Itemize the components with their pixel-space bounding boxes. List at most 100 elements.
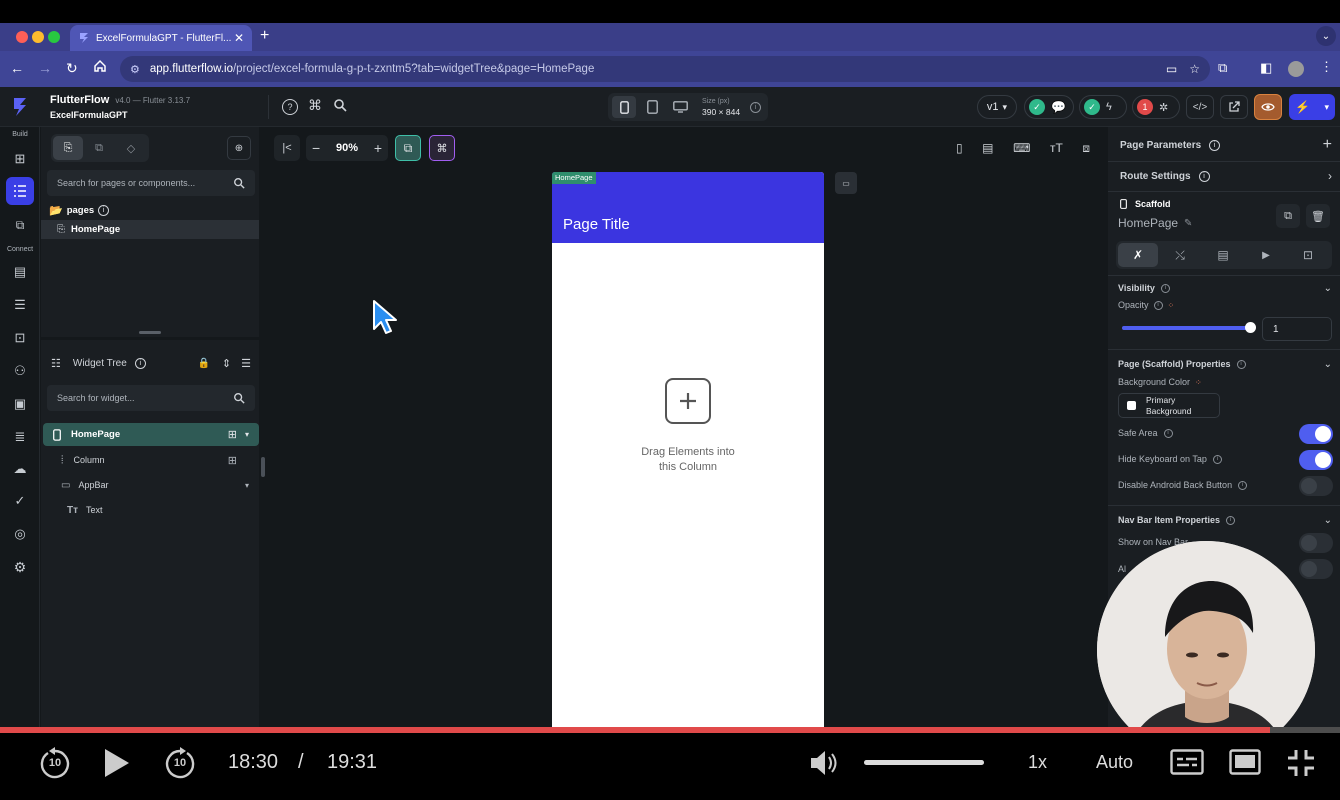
tab-backend-query-icon[interactable]: ▤ [1202, 243, 1244, 267]
phone-frame-icon[interactable]: ▯ [956, 141, 963, 155]
issues-button[interactable]: 1 ✲ [1132, 95, 1180, 119]
add-widget-icon[interactable]: ⊞ [10, 149, 30, 169]
version-select[interactable]: v1 ▾ [977, 95, 1017, 119]
code-view-icon[interactable]: </> [1186, 95, 1214, 119]
lock-icon[interactable]: 🔒 [197, 358, 209, 369]
info-icon[interactable]: i [1198, 170, 1210, 182]
opacity-input[interactable]: 1 [1262, 317, 1332, 341]
playback-speed[interactable]: 1x [1028, 752, 1047, 773]
route-settings-row[interactable]: Route Settings i › [1120, 168, 1332, 184]
settings-gear-icon[interactable]: ⚙ [10, 557, 30, 577]
rewind-10-icon[interactable]: 10 [38, 747, 72, 781]
volume-slider[interactable] [864, 760, 984, 765]
minimize-window-button[interactable] [32, 31, 44, 43]
info-icon[interactable]: i [1209, 139, 1221, 151]
panel-resize-handle[interactable] [139, 331, 161, 334]
scaffold-properties-section[interactable]: Page (Scaffold) Properties i ⌄ [1118, 357, 1332, 371]
hide-keyboard-toggle[interactable] [1299, 450, 1333, 470]
info-icon[interactable]: i [1226, 515, 1236, 525]
tree-node-column[interactable]: ⦙ Column ⊞ [59, 450, 255, 470]
reload-icon[interactable]: ↻ [66, 60, 78, 77]
home-icon[interactable] [93, 59, 107, 73]
play-icon[interactable] [102, 747, 130, 779]
page-parameters-row[interactable]: Page Parameters i + [1120, 136, 1332, 154]
add-folder-icon[interactable]: ⊕ [227, 136, 251, 160]
quality-select[interactable]: Auto [1096, 752, 1133, 773]
custom-code-icon[interactable]: ≣ [10, 427, 30, 447]
show-on-nav-toggle[interactable] [1299, 533, 1333, 553]
pages-tab-icon[interactable]: ⎘ [53, 136, 83, 160]
page-name-row[interactable]: HomePage ✎ [1118, 216, 1192, 230]
tab-actions-icon[interactable]: ⤯ [1158, 243, 1202, 267]
collaboration-status[interactable]: ✓ 💬 [1024, 95, 1074, 119]
chevron-down-icon[interactable]: ▾ [245, 481, 249, 490]
info-icon[interactable]: i [1160, 283, 1170, 293]
info-icon[interactable]: i [1153, 300, 1163, 310]
phone-preview[interactable]: Page Title HomePage Drag Elements into t… [552, 172, 824, 760]
preview-eye-icon[interactable] [1254, 94, 1282, 120]
profile-avatar[interactable] [1288, 61, 1304, 77]
tab-animations-icon[interactable]: ▶ [1244, 243, 1288, 267]
cast-icon[interactable]: ▭ [1166, 62, 1177, 76]
size-info-icon[interactable]: i [750, 101, 762, 113]
info-icon[interactable]: i [1212, 454, 1222, 464]
safe-area-toggle[interactable] [1299, 424, 1333, 444]
navbar-properties-section[interactable]: Nav Bar Item Properties i ⌄ [1118, 513, 1332, 527]
tab-search-icon[interactable]: ⌄ [1316, 26, 1336, 46]
integrations-icon[interactable]: ⚇ [10, 361, 30, 381]
tab-properties-icon[interactable]: ✗ [1118, 243, 1158, 267]
add-child-icon[interactable]: ⊞ [228, 428, 237, 441]
browser-tab-active[interactable]: ExcelFormulaGPT - FlutterFl... ✕ [70, 25, 252, 51]
command-palette-icon[interactable]: ⌘ [308, 97, 322, 114]
info-icon[interactable]: i [1238, 480, 1248, 490]
build-status[interactable]: ✓ ϟ [1079, 95, 1127, 119]
open-external-icon[interactable] [1220, 95, 1248, 119]
tree-node-homepage[interactable]: HomePage ⊞ ▾ [43, 423, 259, 446]
chevron-down-icon[interactable]: ▾ [245, 430, 249, 439]
device-tablet-icon[interactable] [640, 96, 664, 118]
tab-state-icon[interactable]: ⊡ [1288, 243, 1328, 267]
library-tab-icon[interactable]: ◇ [115, 136, 147, 160]
variable-binding-icon[interactable]: ⁘ [1195, 378, 1202, 387]
bookmark-star-icon[interactable]: ☆ [1189, 62, 1200, 76]
keyboard-icon[interactable]: ⌨ [1013, 141, 1030, 155]
opacity-slider-knob[interactable] [1245, 322, 1256, 333]
maximize-window-button[interactable] [48, 31, 60, 43]
text-scale-icon[interactable]: ᴛT [1050, 141, 1063, 155]
tree-options-icon[interactable]: ☰ [241, 357, 251, 370]
back-icon[interactable]: ← [10, 60, 24, 76]
volume-icon[interactable] [808, 747, 840, 779]
forward-10-icon[interactable]: 10 [163, 747, 197, 781]
close-window-button[interactable] [16, 31, 28, 43]
cloud-functions-icon[interactable]: ☁ [10, 459, 30, 479]
page-search-input[interactable]: Search for pages or components... [47, 170, 255, 196]
appbar-toggle-icon[interactable]: ▭ [835, 172, 857, 194]
widget-tree-info-icon[interactable]: i [134, 357, 146, 369]
second-nav-toggle[interactable] [1299, 559, 1333, 579]
side-panel-icon[interactable]: ◧ [1260, 60, 1272, 76]
chevron-down-icon[interactable]: ⌄ [1324, 515, 1332, 526]
duplicate-icon[interactable]: ⧉ [1276, 204, 1300, 228]
add-parameter-icon[interactable]: + [1323, 136, 1332, 154]
close-tab-icon[interactable]: ✕ [234, 31, 244, 45]
device-desktop-icon[interactable] [668, 96, 692, 118]
zoom-in-icon[interactable]: + [374, 140, 382, 156]
page-title-text[interactable]: Page Title [563, 216, 630, 233]
captions-icon[interactable] [1170, 749, 1204, 775]
device-phone-icon[interactable] [612, 96, 636, 118]
search-icon[interactable] [333, 98, 347, 112]
widget-search-input[interactable]: Search for widget... [47, 385, 255, 411]
tree-node-text[interactable]: Tт Text [67, 500, 217, 520]
add-child-icon[interactable]: ⊞ [228, 454, 237, 467]
extensions-icon[interactable]: ⧉ [1218, 60, 1227, 76]
exit-fullscreen-icon[interactable] [1287, 749, 1315, 777]
edit-pencil-icon[interactable]: ✎ [1184, 218, 1192, 229]
data-types-icon[interactable]: ▤ [10, 262, 30, 282]
page-list-item-homepage[interactable]: ⎘ HomePage [41, 220, 259, 239]
chevron-right-icon[interactable]: › [1328, 169, 1332, 183]
info-icon[interactable]: i [1236, 359, 1246, 369]
opacity-slider[interactable] [1122, 322, 1256, 333]
variable-binding-icon[interactable]: ⁘ [1168, 301, 1175, 310]
site-info-icon[interactable]: ⚙ [130, 63, 140, 76]
forward-icon[interactable]: → [38, 60, 52, 76]
